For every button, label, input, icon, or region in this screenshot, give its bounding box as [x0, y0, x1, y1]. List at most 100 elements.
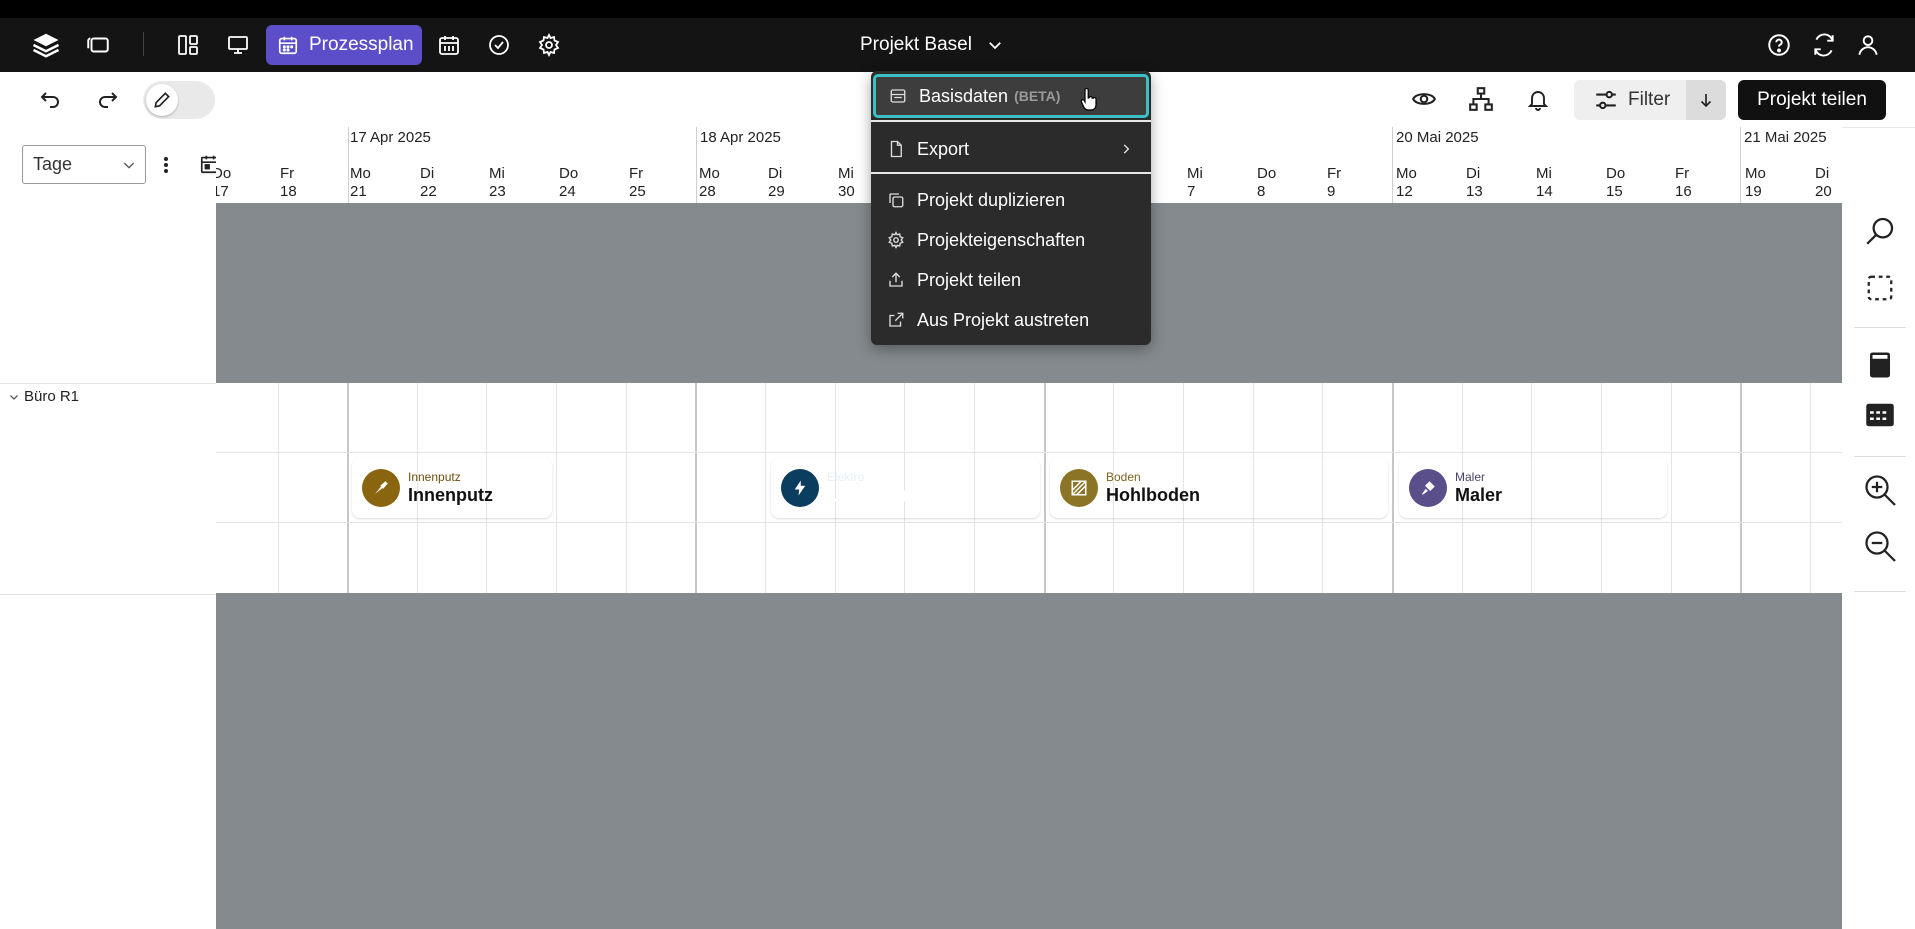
- tab-prozessplan-label: Prozessplan: [309, 34, 414, 55]
- day-header: Do 24: [559, 165, 579, 200]
- chevron-down-icon: [986, 36, 1004, 54]
- chevron-down-icon: [121, 157, 137, 173]
- day-header: Mi 23: [489, 165, 506, 200]
- day-header: Mo 28: [699, 165, 720, 200]
- gantt-empty-area: [216, 593, 1842, 929]
- share-upload-icon: [885, 271, 907, 289]
- dashboard-layout-icon[interactable]: [170, 27, 206, 63]
- day-header: Fr 16: [1675, 165, 1692, 200]
- beta-badge: (BETA): [1014, 88, 1061, 104]
- day-header: Mi 14: [1536, 165, 1553, 200]
- window-top-strip: [0, 0, 1915, 18]
- day-header: Do 15: [1606, 165, 1626, 200]
- file-icon: [885, 140, 907, 158]
- table-icon: [887, 87, 909, 105]
- menu-item-leave[interactable]: Aus Projekt austreten: [871, 300, 1151, 340]
- gear-icon: [885, 231, 907, 249]
- resource-group-row: [0, 383, 216, 595]
- menu-item-label: Aus Projekt austreten: [917, 309, 1090, 330]
- day-header: Do 8: [1257, 165, 1277, 200]
- resource-group-toggle[interactable]: Büro R1: [8, 388, 79, 405]
- calendar-table-icon[interactable]: [1862, 397, 1898, 433]
- redo-icon[interactable]: [90, 81, 126, 117]
- menu-item-basisdaten[interactable]: Basisdaten (BETA): [873, 74, 1149, 118]
- menu-divider: [871, 120, 1151, 122]
- panel-divider: [1854, 456, 1906, 457]
- hierarchy-icon[interactable]: [1463, 81, 1499, 117]
- selection-frame-icon[interactable]: [1862, 270, 1898, 306]
- day-header: Di 29: [768, 165, 785, 200]
- week-divider: [348, 127, 349, 203]
- menu-item-properties[interactable]: Projekteigenschaften: [871, 220, 1151, 260]
- menu-item-label: Basisdaten: [919, 85, 1009, 106]
- folders-icon[interactable]: [80, 27, 116, 63]
- week-divider: [1392, 127, 1393, 203]
- task-name: Leitungen Boden: [827, 484, 974, 505]
- bell-icon[interactable]: [1520, 81, 1556, 117]
- task-category: Innenputz: [408, 469, 461, 484]
- layers-logo-icon[interactable]: [28, 27, 64, 63]
- floor-icon: [1060, 469, 1098, 507]
- day-header: Fr 18: [280, 165, 297, 200]
- day-header: Mo 19: [1745, 165, 1766, 200]
- share-project-button[interactable]: Projekt teilen: [1738, 80, 1886, 120]
- task-name: Hohlboden: [1106, 484, 1200, 505]
- undo-icon[interactable]: [32, 81, 68, 117]
- menu-divider: [871, 172, 1151, 174]
- gear-icon[interactable]: [531, 27, 567, 63]
- zoom-out-icon[interactable]: [1862, 528, 1898, 564]
- trowel-icon: [362, 469, 400, 507]
- gantt-grid: Innenputz Innenputz Elektro Leitungen Bo…: [216, 383, 1842, 593]
- eye-icon[interactable]: [1406, 81, 1442, 117]
- topbar-divider: [143, 32, 144, 56]
- right-tool-panel: [1842, 203, 1915, 929]
- menu-item-label: Projekt teilen: [917, 269, 1022, 290]
- sort-arrow-down-icon[interactable]: [1686, 80, 1726, 120]
- help-icon[interactable]: [1761, 27, 1797, 63]
- sticky-note-icon[interactable]: [1862, 347, 1898, 383]
- day-header: Di 13: [1466, 165, 1483, 200]
- week-label: 18 Apr 2025: [700, 129, 781, 146]
- week-label: 17 Apr 2025: [350, 129, 431, 146]
- task-category: Maler: [1455, 469, 1486, 484]
- day-header: Fr 9: [1327, 165, 1342, 200]
- day-header: Mi 7: [1187, 165, 1203, 200]
- calendar-icon: [277, 34, 299, 56]
- task-bar-hohlboden[interactable]: Boden Hohlboden: [1050, 458, 1388, 518]
- day-header: Fr 25: [629, 165, 646, 200]
- task-category: Boden: [1106, 469, 1141, 484]
- menu-item-label: Projekteigenschaften: [917, 229, 1086, 250]
- user-icon[interactable]: [1850, 27, 1886, 63]
- chevron-right-icon: [1119, 142, 1133, 156]
- menu-item-duplicate[interactable]: Projekt duplizieren: [871, 180, 1151, 220]
- calendar-grid-icon[interactable]: [431, 27, 467, 63]
- menu-item-export[interactable]: Export: [871, 129, 1151, 169]
- tab-prozessplan[interactable]: Prozessplan: [266, 25, 422, 65]
- day-header: Di 22: [420, 165, 437, 200]
- menu-item-share[interactable]: Projekt teilen: [871, 260, 1151, 300]
- more-options-icon[interactable]: [158, 150, 174, 180]
- day-header: Mo 12: [1396, 165, 1417, 200]
- zoom-in-icon[interactable]: [1862, 472, 1898, 508]
- week-label: 21 Mai 2025: [1744, 129, 1827, 146]
- menu-item-label: Export: [917, 138, 970, 159]
- time-scale-select[interactable]: Tage: [22, 145, 146, 184]
- check-circle-icon[interactable]: [481, 27, 517, 63]
- search-icon[interactable]: [1862, 213, 1898, 249]
- week-label: 20 Mai 2025: [1396, 129, 1479, 146]
- day-header: Di 20: [1815, 165, 1832, 200]
- project-selector[interactable]: Projekt Basel: [860, 27, 1004, 63]
- task-bar-innenputz[interactable]: Innenputz Innenputz: [352, 458, 552, 518]
- task-bar-leitungen-boden[interactable]: Elektro Leitungen Boden: [771, 458, 1040, 518]
- day-header: Do17: [216, 165, 232, 200]
- task-bar-maler[interactable]: Maler Maler: [1399, 458, 1667, 518]
- time-scale-value: Tage: [33, 154, 73, 174]
- pencil-icon[interactable]: [146, 84, 178, 116]
- hand-pointer-cursor-icon: [1080, 88, 1098, 112]
- project-title-label: Projekt Basel: [860, 34, 972, 55]
- copy-icon: [885, 191, 907, 209]
- task-category: Elektro: [827, 469, 865, 484]
- presentation-board-icon[interactable]: [220, 27, 256, 63]
- chevron-down-icon: [10, 394, 18, 400]
- sync-icon[interactable]: [1806, 27, 1842, 63]
